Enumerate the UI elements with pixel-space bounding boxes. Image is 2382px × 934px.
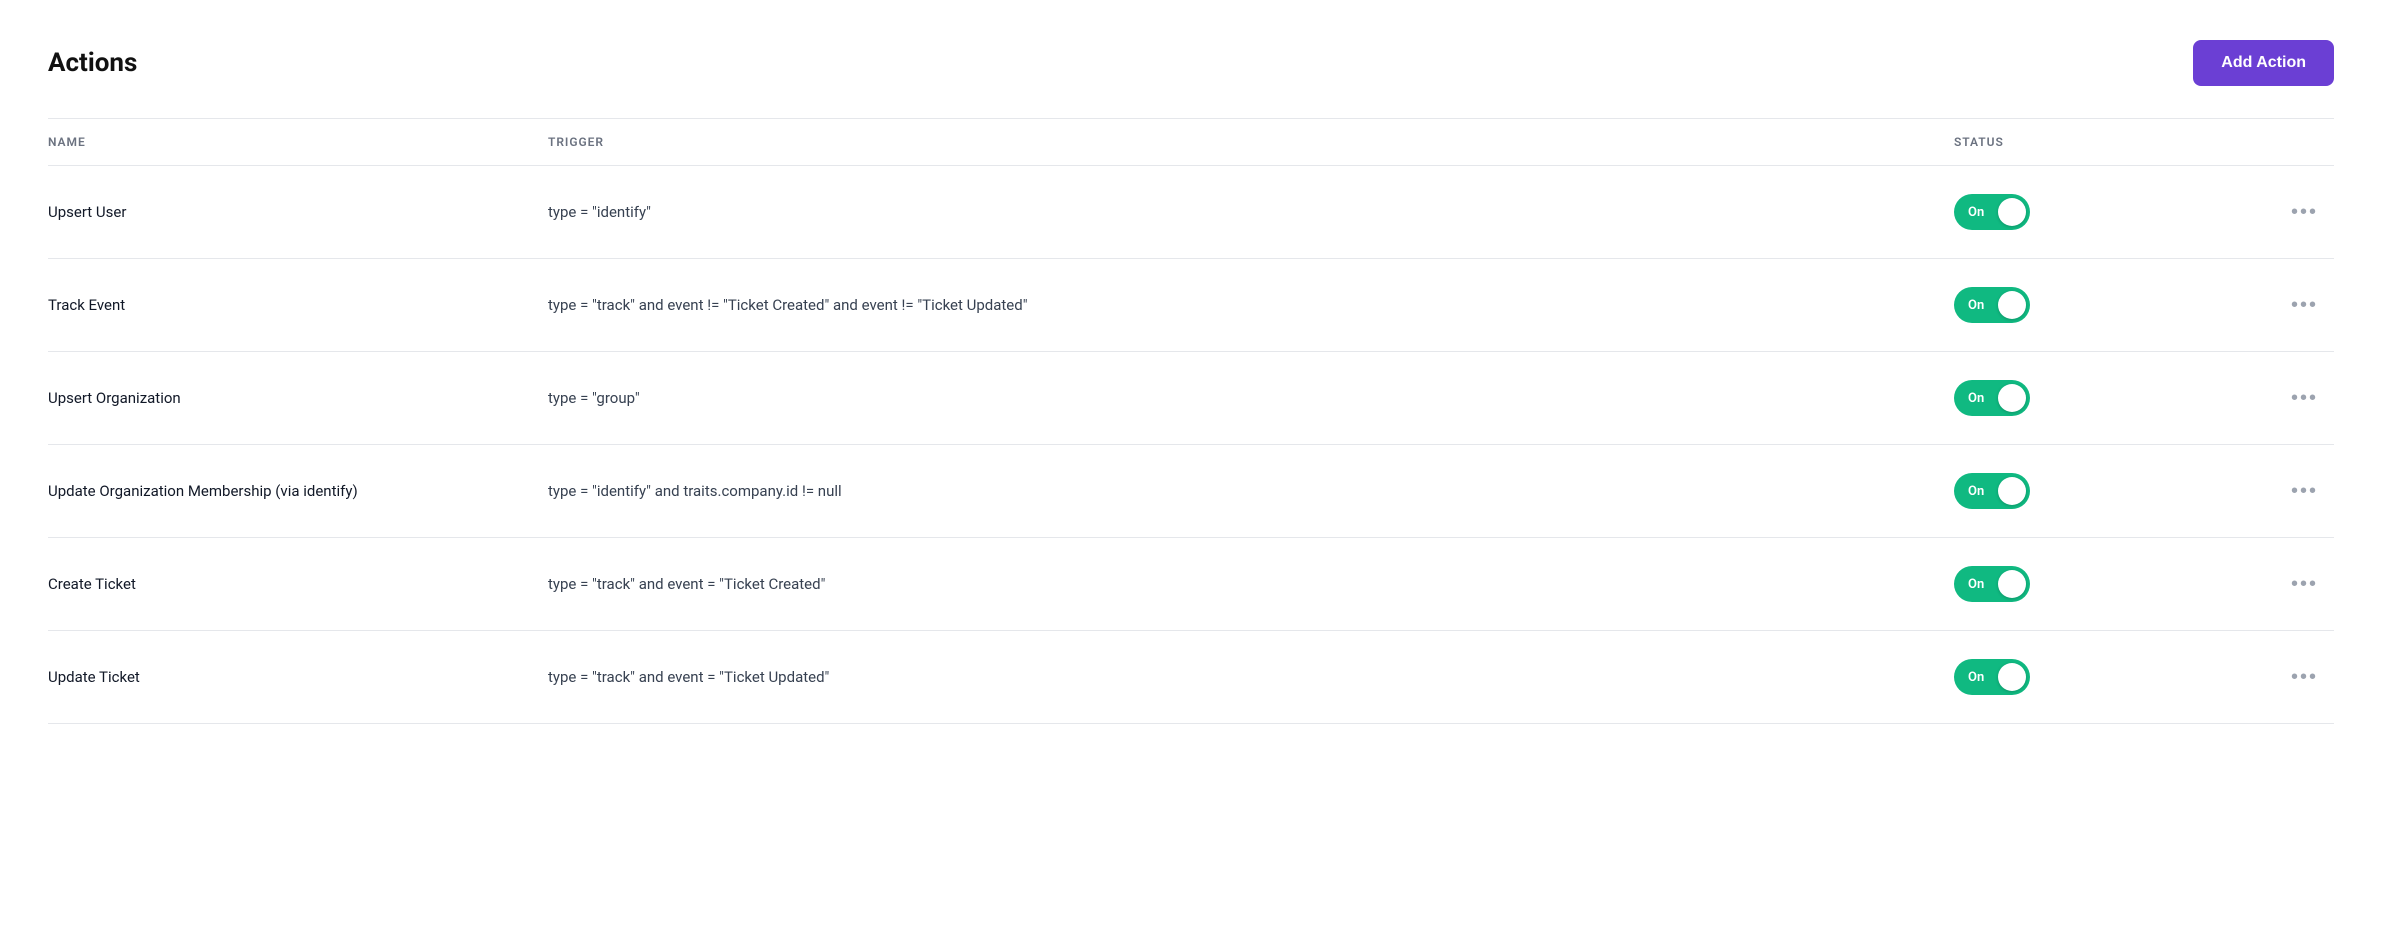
table-row: Upsert Organization type = "group" On ••… <box>48 352 2334 445</box>
page-title: Actions <box>48 48 137 78</box>
toggle-label-3: On <box>1968 484 1984 499</box>
cell-status-0: On <box>1954 194 2254 230</box>
status-toggle-5[interactable]: On <box>1954 659 2030 695</box>
page-container: Actions Add Action NAME TRIGGER STATUS U… <box>0 0 2382 934</box>
more-options-button-0[interactable]: ••• <box>2283 197 2326 228</box>
cell-status-2: On <box>1954 380 2254 416</box>
cell-status-4: On <box>1954 566 2254 602</box>
cell-name-5: Update Ticket <box>48 668 548 686</box>
cell-trigger-4: type = "track" and event = "Ticket Creat… <box>548 575 1954 593</box>
toggle-knob-3 <box>1998 477 2026 505</box>
more-options-button-3[interactable]: ••• <box>2283 476 2326 507</box>
cell-actions-3: ••• <box>2254 476 2334 507</box>
table-row: Upsert User type = "identify" On ••• <box>48 166 2334 259</box>
actions-table: NAME TRIGGER STATUS Upsert User type = "… <box>48 119 2334 724</box>
toggle-knob-1 <box>1998 291 2026 319</box>
more-options-button-2[interactable]: ••• <box>2283 383 2326 414</box>
cell-actions-0: ••• <box>2254 197 2334 228</box>
table-header: NAME TRIGGER STATUS <box>48 119 2334 166</box>
status-toggle-0[interactable]: On <box>1954 194 2030 230</box>
status-toggle-4[interactable]: On <box>1954 566 2030 602</box>
table-body: Upsert User type = "identify" On ••• Tra… <box>48 166 2334 724</box>
table-row: Create Ticket type = "track" and event =… <box>48 538 2334 631</box>
status-toggle-3[interactable]: On <box>1954 473 2030 509</box>
toggle-label-0: On <box>1968 205 1984 220</box>
cell-trigger-1: type = "track" and event != "Ticket Crea… <box>548 296 1954 314</box>
add-action-button[interactable]: Add Action <box>2193 40 2334 86</box>
cell-trigger-5: type = "track" and event = "Ticket Updat… <box>548 668 1954 686</box>
toggle-label-1: On <box>1968 298 1984 313</box>
cell-status-1: On <box>1954 287 2254 323</box>
cell-trigger-2: type = "group" <box>548 389 1954 407</box>
cell-actions-1: ••• <box>2254 290 2334 321</box>
cell-trigger-3: type = "identify" and traits.company.id … <box>548 482 1954 500</box>
cell-name-2: Upsert Organization <box>48 389 548 407</box>
status-toggle-2[interactable]: On <box>1954 380 2030 416</box>
col-header-actions <box>2254 135 2334 149</box>
table-row: Track Event type = "track" and event != … <box>48 259 2334 352</box>
toggle-label-2: On <box>1968 391 1984 406</box>
toggle-knob-5 <box>1998 663 2026 691</box>
cell-trigger-0: type = "identify" <box>548 203 1954 221</box>
table-row: Update Ticket type = "track" and event =… <box>48 631 2334 724</box>
cell-name-4: Create Ticket <box>48 575 548 593</box>
cell-status-3: On <box>1954 473 2254 509</box>
cell-actions-2: ••• <box>2254 383 2334 414</box>
toggle-label-5: On <box>1968 670 1984 685</box>
more-options-button-4[interactable]: ••• <box>2283 569 2326 600</box>
cell-status-5: On <box>1954 659 2254 695</box>
cell-name-3: Update Organization Membership (via iden… <box>48 482 548 500</box>
col-header-trigger: TRIGGER <box>548 135 1954 149</box>
toggle-knob-2 <box>1998 384 2026 412</box>
table-row: Update Organization Membership (via iden… <box>48 445 2334 538</box>
col-header-status: STATUS <box>1954 135 2254 149</box>
status-toggle-1[interactable]: On <box>1954 287 2030 323</box>
cell-name-1: Track Event <box>48 296 548 314</box>
toggle-knob-0 <box>1998 198 2026 226</box>
toggle-knob-4 <box>1998 570 2026 598</box>
more-options-button-5[interactable]: ••• <box>2283 662 2326 693</box>
col-header-name: NAME <box>48 135 548 149</box>
page-header: Actions Add Action <box>48 40 2334 86</box>
cell-actions-5: ••• <box>2254 662 2334 693</box>
cell-actions-4: ••• <box>2254 569 2334 600</box>
cell-name-0: Upsert User <box>48 203 548 221</box>
more-options-button-1[interactable]: ••• <box>2283 290 2326 321</box>
toggle-label-4: On <box>1968 577 1984 592</box>
